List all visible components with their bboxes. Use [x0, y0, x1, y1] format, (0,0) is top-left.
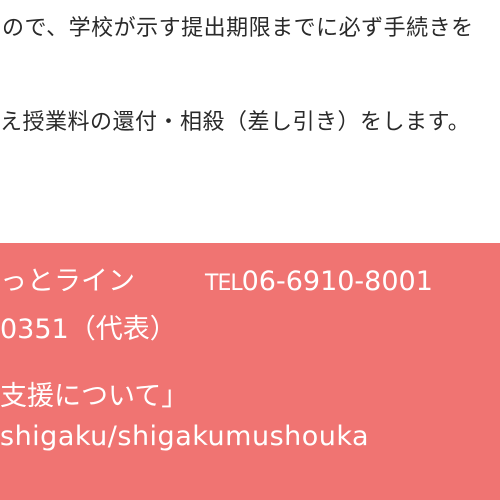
- hotline-row: っとライン TEL06-6910-8001: [0, 265, 433, 301]
- body-text-line: ので、学校が示す提出期限までに必ず手続きを: [2, 16, 474, 41]
- body-text-line: え授業料の還付・相殺（差し引き）をします。: [0, 110, 471, 135]
- main-phone-number[interactable]: 0351（代表）: [0, 313, 177, 347]
- hotline-name: っとライン: [0, 266, 135, 297]
- reference-url-link[interactable]: shigaku/shigakumushouka: [0, 420, 369, 454]
- reference-page-title: 支援について」: [0, 381, 189, 412]
- contact-info-box: っとライン TEL06-6910-8001 0351（代表） 支援について」 sh…: [0, 243, 500, 500]
- tel-prefix: TEL: [205, 271, 243, 296]
- tel-number[interactable]: 06-6910-8001: [242, 266, 433, 297]
